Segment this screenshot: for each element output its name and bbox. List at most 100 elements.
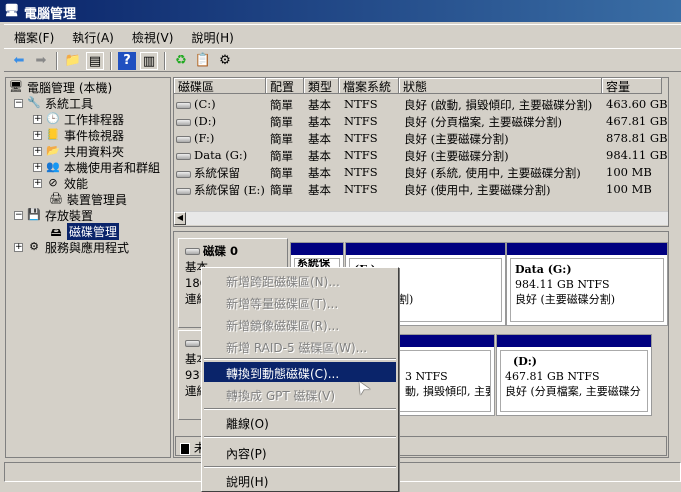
event-log-icon: 📒	[46, 128, 60, 141]
partition-size: 3 NTFS	[405, 370, 448, 383]
tree-label: 效能	[64, 176, 89, 191]
cell-text: 良好 (使用中, 主要磁碟分割)	[404, 183, 551, 197]
partition-status: 良好 (分頁檔案, 主要磁碟分	[505, 385, 641, 398]
partition-d[interactable]: (D:) 467.81 GB NTFS 良好 (分頁檔案, 主要磁碟分	[496, 334, 652, 416]
cell-text: 良好 (分頁檔案, 主要磁碟分割)	[404, 115, 562, 129]
table-cell: 簡單	[270, 97, 293, 113]
tree-task-scheduler[interactable]: + 🕒 工作排程器	[33, 111, 124, 127]
storage-icon: 💾	[27, 208, 41, 221]
cell-text: 簡單	[270, 132, 293, 146]
tree-label: 系統工具	[45, 96, 94, 111]
partition-status: 動, 損毀傾印, 主要	[405, 385, 491, 398]
cell-text: 良好 (主要磁碟分割)	[404, 149, 509, 163]
window-title: 電腦管理	[24, 7, 77, 22]
table-row[interactable]: 系統保留 簡單 基本 NTFS 良好 (系統, 使用中, 主要磁碟分割) 100 MB	[174, 164, 668, 181]
up-folder-icon[interactable]: 📁	[64, 52, 82, 70]
context-menu-item[interactable]: 內容(P)	[204, 442, 396, 462]
table-cell: NTFS	[344, 97, 378, 111]
menu-view[interactable]: 檢視(V)	[122, 25, 182, 46]
action-pane-icon[interactable]: ▥	[140, 52, 158, 70]
col-type[interactable]: 類型	[304, 78, 339, 94]
expand-icon[interactable]: +	[33, 162, 42, 172]
volume-icon	[176, 135, 191, 143]
expand-icon[interactable]: +	[14, 242, 23, 252]
context-menu-item[interactable]: 新增鏡像磁碟區(R)...	[204, 314, 396, 334]
col-status[interactable]: 狀態	[399, 78, 602, 94]
menu-action[interactable]: 執行(A)	[62, 25, 122, 46]
collapse-icon[interactable]: −	[14, 210, 23, 220]
table-row[interactable]: (D:) 簡單 基本 NTFS 良好 (分頁檔案, 主要磁碟分割) 467.81 GB	[174, 113, 668, 130]
cell-text: 878.81 GB	[606, 131, 668, 145]
horizontal-scrollbar[interactable]: ◀	[174, 211, 668, 225]
cell-text: 系統保留	[194, 166, 240, 180]
console-tree: 🖥 電腦管理 (本機) − 🔧 系統工具 + 🕒 工作排程器 + 📒 事件檢視器 + 📂 共用資料…	[5, 77, 171, 458]
properties-icon[interactable]: 📋	[194, 52, 212, 70]
table-cell: 基本	[308, 165, 331, 181]
table-cell: 良好 (啟動, 損毀傾印, 主要磁碟分割)	[404, 97, 592, 113]
table-row[interactable]: (F:) 簡單 基本 NTFS 良好 (主要磁碟分割) 878.81 GB	[174, 130, 668, 147]
tree-performance[interactable]: + ⊘ 效能	[33, 175, 88, 191]
tools-icon: 🔧	[27, 96, 41, 109]
col-filesystem[interactable]: 檔案系統	[339, 78, 399, 94]
table-cell: NTFS	[344, 165, 378, 179]
settings-icon[interactable]: ⚙	[216, 52, 234, 70]
expand-icon[interactable]: +	[33, 178, 42, 188]
cell-text: 100 MB	[606, 182, 652, 196]
toolbar: ⬅ ➡ 📁 ▤ ? ▥ ♻ 📋 ⚙	[4, 48, 681, 72]
context-menu-item[interactable]: 離線(O)	[204, 412, 396, 432]
cell-text: 基本	[308, 183, 331, 197]
tree-event-viewer[interactable]: + 📒 事件檢視器	[33, 127, 124, 143]
cell-text: (F:)	[194, 131, 215, 145]
volume-list: 磁碟區 配置 類型 檔案系統 狀態 容量 (C:) 簡單 基本 NTFS 良好 (啟動,…	[173, 77, 669, 227]
cell-text: 基本	[308, 98, 331, 112]
context-menu-item[interactable]: 新增跨距磁碟區(N)...	[204, 270, 396, 290]
tree-disk-management[interactable]: 🖴 磁碟管理	[48, 222, 120, 240]
forward-icon[interactable]: ➡	[32, 52, 50, 70]
table-cell: 良好 (系統, 使用中, 主要磁碟分割)	[404, 165, 581, 181]
cell-text: 良好 (系統, 使用中, 主要磁碟分割)	[404, 166, 581, 180]
table-cell: 簡單	[270, 114, 293, 130]
partition-data-g[interactable]: Data (G:) 984.11 GB NTFS 良好 (主要磁碟分割)	[506, 242, 668, 326]
col-volume[interactable]: 磁碟區	[174, 78, 266, 94]
context-menu-item[interactable]: 新增 RAID-5 磁碟區(W)...	[204, 336, 396, 356]
device-manager-icon: 🖨	[49, 192, 63, 205]
cell-text: 簡單	[270, 98, 293, 112]
tree-system-tools[interactable]: − 🔧 系統工具	[14, 95, 93, 111]
tree-label: 工作排程器	[64, 112, 125, 127]
cell-text: 467.81 GB	[606, 114, 668, 128]
refresh-icon[interactable]: ♻	[172, 52, 190, 70]
help-icon[interactable]: ?	[118, 52, 136, 70]
tree-local-users[interactable]: + 👥 本機使用者和群組	[33, 159, 160, 175]
context-menu-item[interactable]: 新增等量磁碟區(T)...	[204, 292, 396, 312]
col-capacity[interactable]: 容量	[602, 78, 662, 94]
expand-icon[interactable]: +	[33, 130, 42, 140]
tree-services[interactable]: + ⚙ 服務與應用程式	[14, 239, 129, 255]
menu-file[interactable]: 檔案(F)	[4, 25, 62, 46]
table-cell: 簡單	[270, 182, 293, 198]
table-cell: NTFS	[344, 182, 378, 196]
menu-help[interactable]: 說明(H)	[181, 25, 241, 46]
scroll-left-icon[interactable]: ◀	[174, 212, 186, 225]
expand-icon[interactable]: +	[33, 146, 42, 156]
tree-device-manager[interactable]: 🖨 裝置管理員	[48, 191, 127, 207]
tree-root[interactable]: 🖥 電腦管理 (本機)	[8, 79, 112, 95]
tree-storage[interactable]: − 💾 存放裝置	[14, 207, 93, 223]
table-row[interactable]: (C:) 簡單 基本 NTFS 良好 (啟動, 損毀傾印, 主要磁碟分割) 463.60 …	[174, 96, 668, 113]
context-menu-item[interactable]: 說明(H)	[204, 470, 396, 490]
show-hide-tree-icon[interactable]: ▤	[86, 52, 104, 70]
tree-shared-folders[interactable]: + 📂 共用資料夾	[33, 143, 124, 159]
table-cell: 良好 (主要磁碟分割)	[404, 131, 509, 147]
tree-label: 本機使用者和群組	[64, 160, 161, 175]
collapse-icon[interactable]: −	[14, 98, 23, 108]
table-row[interactable]: 系統保留 (E:) 簡單 基本 NTFS 良好 (使用中, 主要磁碟分割) 100 MB	[174, 181, 668, 198]
back-icon[interactable]: ⬅	[10, 52, 28, 70]
cell-text: 基本	[308, 115, 331, 129]
table-row[interactable]: Data (G:) 簡單 基本 NTFS 良好 (主要磁碟分割) 984.11 GB	[174, 147, 668, 164]
partition-name	[405, 354, 486, 369]
cell-text: 良好 (啟動, 損毀傾印, 主要磁碟分割)	[404, 98, 593, 112]
tree-label: 磁碟管理	[67, 222, 120, 240]
col-layout[interactable]: 配置	[266, 78, 304, 94]
expand-icon[interactable]: +	[33, 114, 42, 124]
disk-icon	[185, 340, 200, 347]
table-cell: 簡單	[270, 148, 293, 164]
